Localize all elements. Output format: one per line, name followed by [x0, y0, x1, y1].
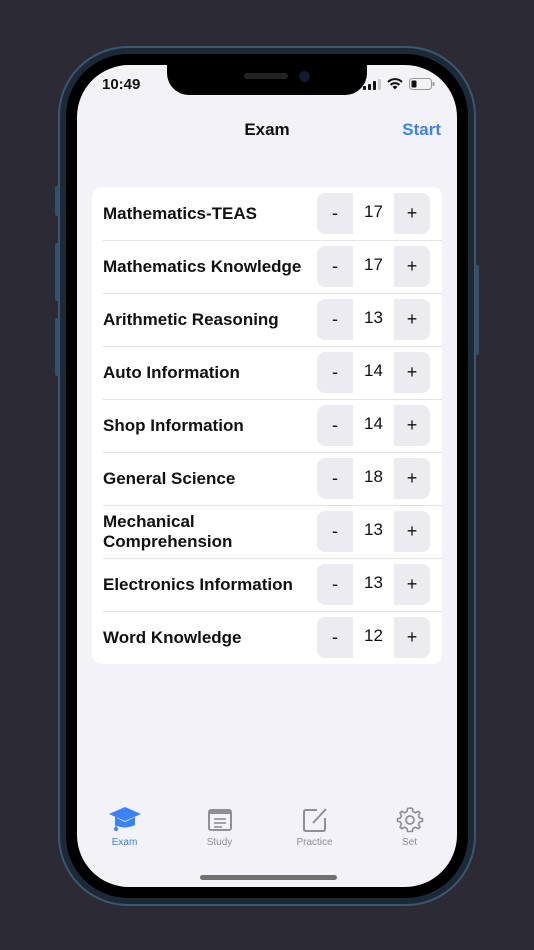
increment-button[interactable]: +: [394, 299, 430, 340]
subject-label: Mechanical Comprehension: [103, 511, 233, 551]
subject-label: General Science: [103, 468, 236, 488]
list-item: Word Knowledge - 12 +: [92, 611, 442, 664]
quantity-stepper: - 14 +: [317, 405, 430, 446]
subject-label: Arithmetic Reasoning: [103, 309, 279, 329]
status-time: 10:49: [102, 76, 141, 93]
list-item: Auto Information - 14 +: [92, 346, 442, 399]
decrement-button[interactable]: -: [317, 564, 353, 605]
increment-button[interactable]: +: [394, 617, 430, 658]
screen: 10:49 Exam Start Mathematics-TEAS - 17 +: [77, 65, 457, 887]
quantity-stepper: - 14 +: [317, 352, 430, 393]
quantity-stepper: - 13 +: [317, 564, 430, 605]
tab-set[interactable]: Set: [362, 805, 457, 855]
decrement-button[interactable]: -: [317, 246, 353, 287]
decrement-button[interactable]: -: [317, 617, 353, 658]
tab-bar: Exam Study Practice Set: [77, 805, 457, 855]
list-item: Electronics Information - 13 +: [92, 558, 442, 611]
stepper-value: 13: [353, 299, 394, 340]
subject-label: Word Knowledge: [103, 627, 242, 647]
stepper-value: 17: [353, 193, 394, 234]
side-button: [55, 318, 59, 376]
tab-study[interactable]: Study: [172, 805, 267, 855]
list-item: Mathematics-TEAS - 17 +: [92, 187, 442, 240]
list-item: Shop Information - 14 +: [92, 399, 442, 452]
list-item: Mathematics Knowledge - 17 +: [92, 240, 442, 293]
tab-label: Practice: [296, 837, 333, 848]
tab-practice[interactable]: Practice: [267, 805, 362, 855]
decrement-button[interactable]: -: [317, 352, 353, 393]
speaker: [244, 73, 288, 79]
quantity-stepper: - 18 +: [317, 458, 430, 499]
subject-label: Electronics Information: [103, 574, 293, 594]
stepper-value: 13: [353, 511, 394, 552]
side-button: [55, 186, 59, 216]
status-icons: [363, 78, 435, 90]
increment-button[interactable]: +: [394, 458, 430, 499]
wifi-icon: [387, 78, 403, 90]
increment-button[interactable]: +: [394, 564, 430, 605]
list-item: Mechanical Comprehension - 13 +: [92, 505, 442, 558]
quantity-stepper: - 17 +: [317, 193, 430, 234]
home-indicator[interactable]: [200, 875, 337, 880]
tab-label: Set: [401, 837, 417, 848]
stepper-value: 17: [353, 246, 394, 287]
list-item: General Science - 18 +: [92, 452, 442, 505]
notch: [167, 65, 367, 95]
increment-button[interactable]: +: [394, 246, 430, 287]
subject-label: Mathematics Knowledge: [103, 256, 302, 276]
side-button: [475, 265, 479, 355]
cellular-signal-icon: [363, 78, 381, 90]
stepper-value: 14: [353, 405, 394, 446]
list-item: Arithmetic Reasoning - 13 +: [92, 293, 442, 346]
increment-button[interactable]: +: [394, 352, 430, 393]
stepper-value: 12: [353, 617, 394, 658]
quantity-stepper: - 17 +: [317, 246, 430, 287]
stepper-value: 14: [353, 352, 394, 393]
start-button[interactable]: Start: [402, 120, 441, 140]
subject-label: Shop Information: [103, 415, 244, 435]
battery-icon: [409, 78, 435, 90]
decrement-button[interactable]: -: [317, 458, 353, 499]
page-title: Exam: [244, 120, 290, 139]
stepper-value: 13: [353, 564, 394, 605]
document-icon: [207, 809, 232, 831]
decrement-button[interactable]: -: [317, 193, 353, 234]
decrement-button[interactable]: -: [317, 511, 353, 552]
subject-list: Mathematics-TEAS - 17 + Mathematics Know…: [92, 187, 442, 664]
edit-icon: [302, 808, 327, 832]
decrement-button[interactable]: -: [317, 405, 353, 446]
tab-label: Study: [206, 837, 233, 848]
stepper-value: 18: [353, 458, 394, 499]
camera: [299, 71, 310, 82]
tab-exam[interactable]: Exam: [77, 805, 172, 855]
quantity-stepper: - 13 +: [317, 511, 430, 552]
graduation-cap-icon: [108, 807, 141, 831]
gear-icon: [396, 807, 423, 833]
decrement-button[interactable]: -: [317, 299, 353, 340]
tab-label: Exam: [111, 837, 138, 848]
subject-label: Auto Information: [103, 362, 240, 382]
side-button: [55, 243, 59, 301]
increment-button[interactable]: +: [394, 405, 430, 446]
subject-label: Mathematics-TEAS: [103, 203, 257, 223]
increment-button[interactable]: +: [394, 511, 430, 552]
quantity-stepper: - 13 +: [317, 299, 430, 340]
increment-button[interactable]: +: [394, 193, 430, 234]
quantity-stepper: - 12 +: [317, 617, 430, 658]
